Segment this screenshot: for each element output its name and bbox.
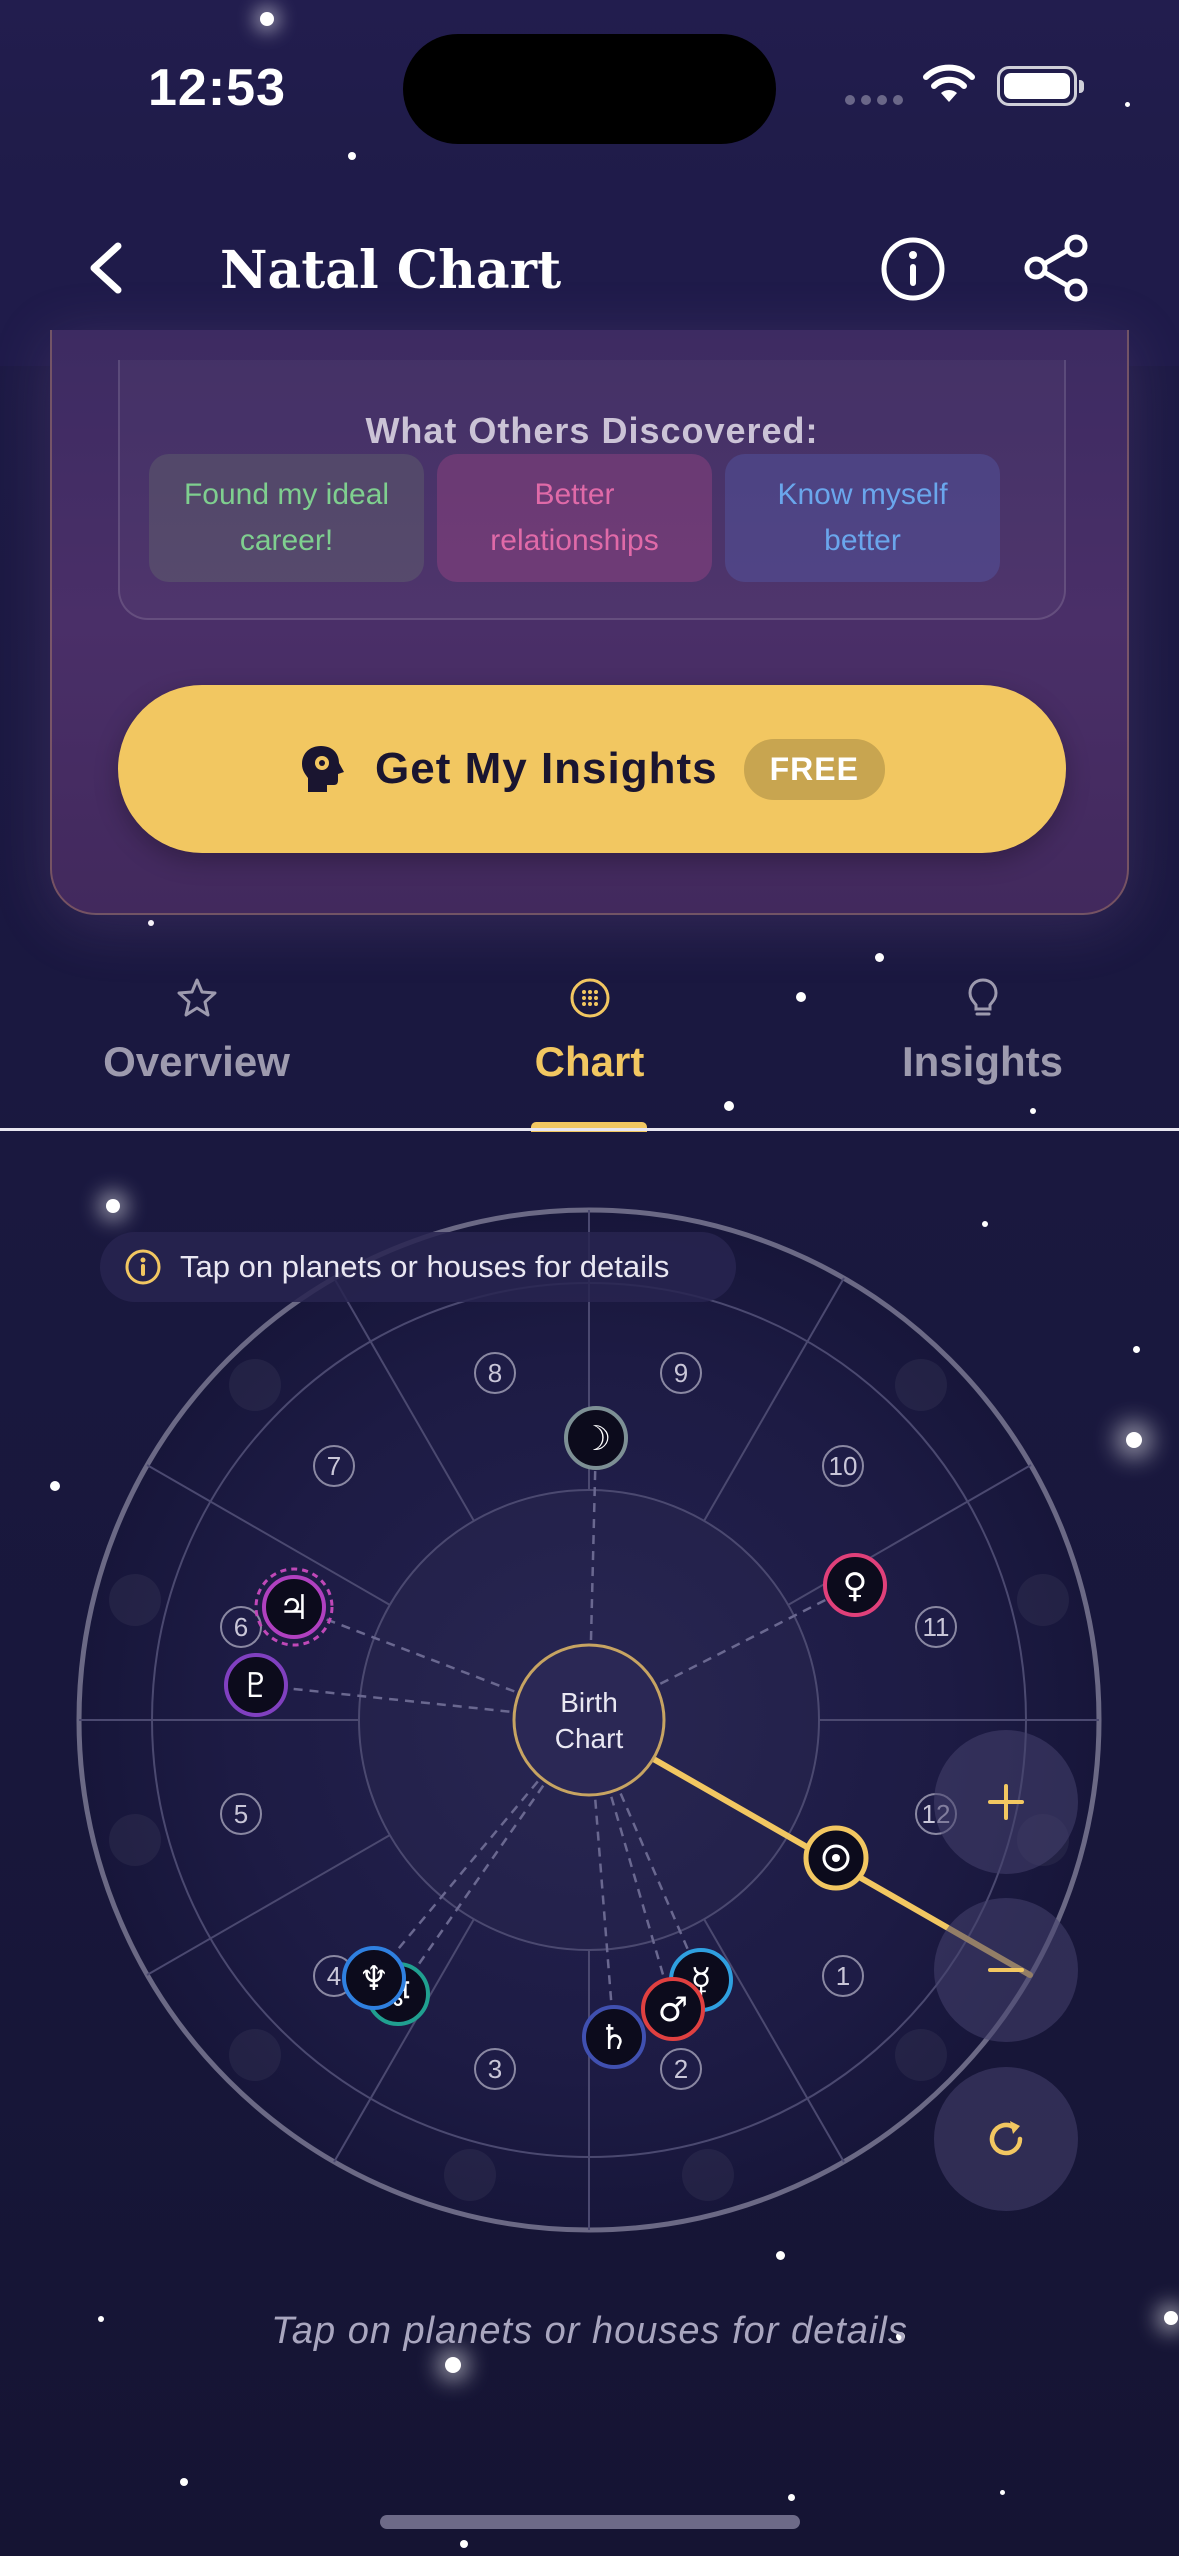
cellular-signal-icon	[845, 95, 903, 105]
tab-chart-label: Chart	[534, 1038, 645, 1085]
discovery-chip-relationships: Better relationships	[437, 454, 712, 582]
tab-bar: Overview Chart Insights	[0, 960, 1179, 1132]
discovery-chip-career: Found my ideal career!	[149, 454, 424, 582]
svg-text:11: 11	[923, 1612, 950, 1642]
svg-text:♇: ♇	[241, 1666, 271, 1706]
share-icon[interactable]	[1020, 232, 1092, 304]
status-time: 12:53	[148, 59, 286, 117]
svg-text:♄: ♄	[599, 2018, 629, 2058]
planet-pluto[interactable]: ♇	[224, 1653, 288, 1717]
svg-text:3: 3	[488, 2054, 502, 2084]
refresh-icon	[989, 2121, 1023, 2156]
house-5[interactable]: 5	[220, 1793, 262, 1835]
get-insights-label: Get My Insights	[375, 744, 718, 793]
svg-text:♃: ♃	[279, 1588, 309, 1628]
tab-overview-label: Overview	[103, 1038, 290, 1085]
tab-chart[interactable]: Chart	[393, 960, 786, 1130]
house-10[interactable]: 10	[822, 1445, 864, 1487]
back-icon[interactable]	[78, 238, 138, 298]
house-3[interactable]: 3	[474, 2048, 516, 2090]
house-9[interactable]: 9	[660, 1352, 702, 1394]
dotted-circle-icon	[570, 978, 609, 1018]
planet-mars[interactable]: ♂	[641, 1977, 705, 2041]
svg-text:9: 9	[674, 1358, 688, 1388]
tap-hint-pill: Tap on planets or houses for details	[100, 1232, 736, 1302]
info-icon[interactable]	[880, 236, 946, 302]
svg-text:1: 1	[836, 1961, 850, 1991]
zoom-out-button[interactable]	[934, 1898, 1078, 2042]
home-indicator[interactable]	[380, 2515, 800, 2529]
dynamic-island	[403, 34, 776, 144]
tab-overview[interactable]: Overview	[0, 960, 393, 1130]
status-bar: 12:53	[0, 0, 1179, 170]
planet-moon[interactable]: ☽	[564, 1406, 628, 1470]
discovery-chip-self: Know myself better	[725, 454, 1000, 582]
discoveries-title: What Others Discovered:	[365, 410, 819, 451]
free-badge: FREE	[743, 738, 885, 800]
center-label-line2: Chart	[555, 1723, 624, 1754]
natal-chart-area: Birth Chart 1 2 3 4 5 6 7 8 9 10 11 12 ☽…	[0, 1132, 1179, 2432]
star-icon	[177, 978, 216, 1017]
planet-sun[interactable]	[803, 1825, 869, 1891]
tab-insights-label: Insights	[901, 1038, 1063, 1085]
svg-text:8: 8	[488, 1358, 502, 1388]
house-11[interactable]: 11	[915, 1606, 957, 1648]
insights-promo-card: What Others Discovered: Found my ideal c…	[50, 330, 1129, 915]
planet-venus[interactable]: ♀	[823, 1553, 887, 1617]
tab-insights[interactable]: Insights	[786, 960, 1179, 1130]
svg-text:♀: ♀	[843, 1566, 868, 1606]
svg-text:4: 4	[327, 1961, 341, 1991]
brain-gear-icon	[302, 746, 345, 792]
house-8[interactable]: 8	[474, 1352, 516, 1394]
reset-view-button[interactable]	[934, 2067, 1078, 2211]
minus-icon	[988, 1968, 1024, 1972]
birth-chart-center[interactable]	[512, 1643, 666, 1797]
get-insights-button[interactable]: Get My Insights FREE	[118, 685, 1066, 853]
house-7[interactable]: 7	[313, 1445, 355, 1487]
center-label-line1: Birth	[560, 1687, 618, 1718]
svg-text:♆: ♆	[359, 1959, 389, 1999]
info-circle-icon	[125, 1249, 161, 1285]
svg-text:5: 5	[234, 1799, 248, 1829]
wifi-icon	[923, 64, 975, 102]
svg-text:♂: ♂	[658, 1990, 688, 2030]
zoom-in-button[interactable]	[934, 1730, 1078, 1874]
planet-saturn[interactable]: ♄	[582, 2005, 646, 2069]
plus-icon	[988, 1784, 1024, 1820]
svg-text:7: 7	[327, 1451, 341, 1481]
house-1[interactable]: 1	[822, 1955, 864, 1997]
svg-text:10: 10	[829, 1451, 858, 1481]
planet-neptune[interactable]: ♆	[342, 1946, 406, 2010]
house-2[interactable]: 2	[660, 2048, 702, 2090]
svg-text:2: 2	[674, 2054, 688, 2084]
page-title: Natal Chart	[220, 240, 562, 301]
tap-hint-text: Tap on planets or houses for details	[180, 1249, 670, 1284]
lightbulb-icon	[967, 978, 998, 1016]
svg-text:6: 6	[234, 1612, 248, 1642]
svg-text:☽: ☽	[581, 1419, 611, 1459]
battery-icon	[997, 66, 1084, 106]
bottom-hint-text: Tap on planets or houses for details	[271, 2310, 908, 2352]
tabs-divider	[0, 1128, 1179, 1131]
